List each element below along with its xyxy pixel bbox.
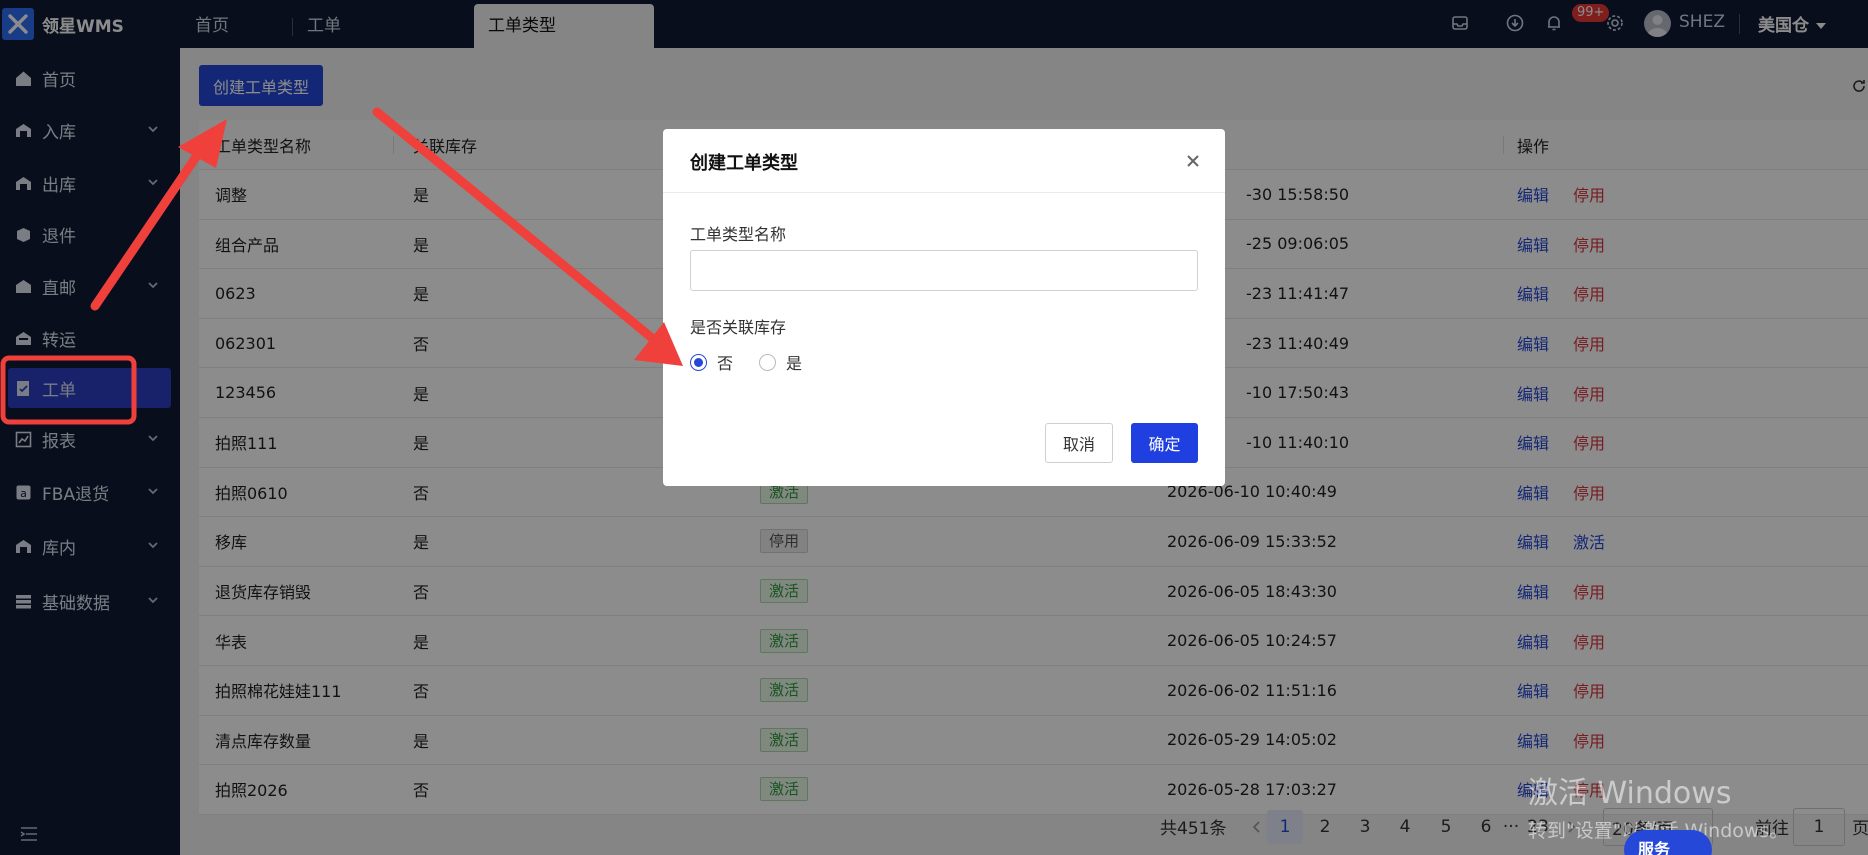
service-label: 服务 (1638, 840, 1671, 855)
radio-option-no[interactable]: 否 (690, 350, 733, 374)
dialog-title: 创建工单类型 (690, 153, 798, 174)
radio-label: 否 (717, 354, 734, 373)
linked-inventory-label: 是否关联库存 (690, 318, 787, 337)
name-field-label: 工单类型名称 (690, 225, 787, 244)
watermark-line-1: 激活 Windows (1528, 776, 1732, 811)
service-button[interactable]: 服务 (1624, 830, 1712, 855)
confirm-button[interactable]: 确定 (1131, 423, 1198, 463)
radio-label: 是 (786, 354, 803, 373)
create-work-order-type-dialog: 创建工单类型 工单类型名称 是否关联库存 否 是 取消 确定 (663, 129, 1225, 486)
radio-checked-icon (690, 353, 707, 371)
work-order-type-name-input[interactable] (690, 250, 1198, 291)
dialog-divider (663, 192, 1225, 193)
radio-option-yes[interactable]: 是 (759, 350, 802, 374)
cancel-button[interactable]: 取消 (1045, 423, 1113, 463)
close-icon[interactable] (1183, 151, 1203, 171)
radio-unchecked-icon (759, 353, 777, 371)
linked-inventory-radio-group: 否 是 (690, 350, 828, 374)
